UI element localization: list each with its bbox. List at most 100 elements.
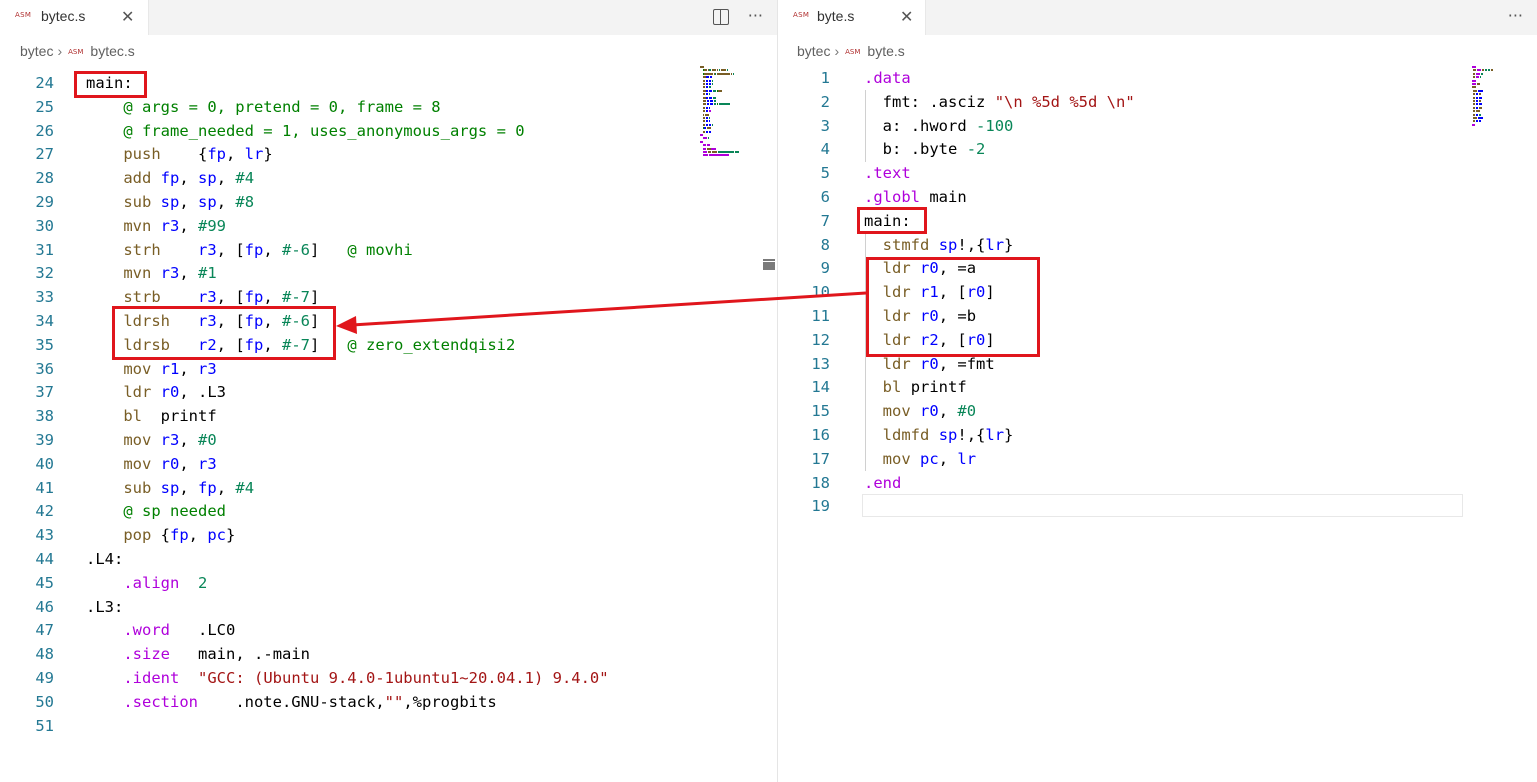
minimap-token xyxy=(711,79,713,82)
more-actions-icon[interactable]: ··· xyxy=(1508,6,1523,25)
minimap-token xyxy=(1473,110,1475,113)
code-text: strh r3, [fp, #-6] @ movhi xyxy=(123,240,413,259)
minimap-token xyxy=(1475,76,1480,79)
line-number: 29 xyxy=(35,193,54,211)
right-editor-actions: ··· xyxy=(1494,6,1523,25)
minimap-token xyxy=(702,89,706,92)
minimap-token xyxy=(1473,117,1477,119)
code-text: ldr r0, =a xyxy=(882,259,977,278)
line-number: 11 xyxy=(811,307,830,325)
minimap-token xyxy=(1476,100,1479,102)
minimap-token xyxy=(1472,123,1475,126)
line-number: 28 xyxy=(35,169,54,188)
code-text: bl printf xyxy=(123,407,217,426)
minimap-token xyxy=(734,151,739,153)
line-number: 2 xyxy=(820,92,830,111)
code-text: ldr r0, .L3 xyxy=(123,383,227,402)
breadcrumb-folder[interactable]: bytec xyxy=(797,43,830,59)
line-number: 40 xyxy=(35,454,54,473)
code-text: .size main, .-main xyxy=(123,645,311,664)
minimap-token xyxy=(1473,93,1476,96)
line-number: 38 xyxy=(35,407,54,426)
minimap-token xyxy=(702,83,705,85)
minimap-token xyxy=(1472,83,1477,85)
minimap-token xyxy=(708,110,711,113)
line-number: 24 xyxy=(35,74,54,92)
minimap-token xyxy=(1476,103,1479,106)
minimap-token xyxy=(717,72,731,75)
minimap-token xyxy=(709,69,711,72)
minimap-token xyxy=(712,151,717,153)
minimap-token xyxy=(1476,106,1479,109)
minimap-token xyxy=(702,120,705,123)
code-text: ldr r2, [r0] xyxy=(882,330,995,349)
minimap[interactable] xyxy=(700,66,740,166)
code-text: mvn r3, #99 xyxy=(123,216,227,235)
minimap-token xyxy=(702,113,705,116)
minimap-token xyxy=(707,151,712,153)
minimap-token xyxy=(711,83,713,85)
minimap-token xyxy=(1479,106,1482,109)
line-number: 16 xyxy=(811,426,830,444)
minimap-token xyxy=(702,86,705,89)
code-text: mov r1, r3 xyxy=(123,359,217,378)
minimap-token xyxy=(1473,72,1475,75)
tab-byte-s[interactable]: ASM byte.s ✕ xyxy=(778,0,926,35)
breadcrumb-file[interactable]: byte.s xyxy=(867,43,904,59)
minimap-token xyxy=(702,117,705,119)
minimap-token xyxy=(702,79,705,82)
code-text: .end xyxy=(864,473,902,492)
code-text: mov r0, #0 xyxy=(882,402,977,421)
chevron-right-icon: › xyxy=(834,43,840,59)
line-number: 37 xyxy=(35,383,54,402)
minimap-token xyxy=(1479,103,1482,106)
line-number: 47 xyxy=(35,621,54,640)
line-number: 27 xyxy=(35,145,54,164)
code-text: a: .hword -100 xyxy=(882,116,1014,135)
minimap-token xyxy=(707,100,710,102)
minimap-token xyxy=(708,83,711,85)
code-text: ldr r0, =b xyxy=(882,307,977,325)
line-number: 5 xyxy=(820,164,830,183)
minimap-token xyxy=(1473,120,1476,123)
minimap-token xyxy=(702,96,706,99)
close-icon[interactable]: ✕ xyxy=(121,7,134,26)
minimap-token xyxy=(702,93,705,96)
split-editor-icon[interactable] xyxy=(712,6,729,25)
line-number: 8 xyxy=(820,235,830,254)
minimap-token xyxy=(700,66,704,68)
close-icon[interactable]: ✕ xyxy=(900,7,913,26)
minimap-token xyxy=(707,137,709,140)
code-text: mvn r3, #1 xyxy=(123,264,217,283)
minimap-token xyxy=(1476,93,1479,96)
line-number: 14 xyxy=(811,378,830,397)
code-text: fmt: .asciz "\n %5d %5d \n" xyxy=(882,92,1135,111)
minimap-token xyxy=(704,72,713,75)
minimap-token xyxy=(702,76,706,79)
minimap-token xyxy=(705,86,708,89)
asm-file-icon: ASM xyxy=(15,11,32,19)
code-text: strb r3, [fp, #-7] xyxy=(123,288,320,307)
line-number: 3 xyxy=(820,116,830,135)
minimap-token xyxy=(709,130,712,133)
line-number: 35 xyxy=(35,335,54,354)
minimap-token xyxy=(707,147,711,150)
code-text: .data xyxy=(864,69,911,87)
breadcrumb-file[interactable]: bytec.s xyxy=(90,43,134,59)
minimap-token xyxy=(708,120,710,123)
minimap-token xyxy=(705,106,708,109)
minimap-token xyxy=(1479,93,1481,96)
minimap[interactable] xyxy=(1472,66,1512,126)
minimap-token xyxy=(1479,113,1481,116)
tab-bytec-s[interactable]: ASM bytec.s ✕ xyxy=(0,0,149,35)
line-number: 7 xyxy=(820,211,830,230)
minimap-token xyxy=(705,117,708,119)
minimap-token xyxy=(702,137,707,140)
more-actions-icon[interactable]: ··· xyxy=(748,6,763,25)
minimap-token xyxy=(708,123,711,126)
breadcrumb-folder[interactable]: bytec xyxy=(20,43,53,59)
minimap-token xyxy=(713,100,717,102)
code-text: mov pc, lr xyxy=(882,449,977,468)
minimap-token xyxy=(718,103,730,106)
line-number: 26 xyxy=(35,121,54,140)
